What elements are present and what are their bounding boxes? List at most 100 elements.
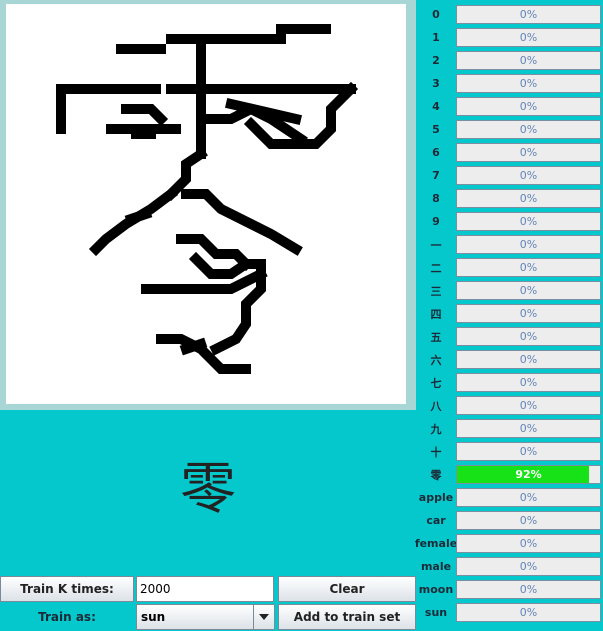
class-label: 零: [430, 468, 442, 482]
class-label: 2: [432, 54, 440, 67]
class-label: female: [414, 537, 458, 550]
drawing-canvas[interactable]: [6, 4, 406, 404]
probability-text: 0%: [519, 422, 538, 435]
probability-text: 0%: [519, 583, 538, 596]
class-label: car: [426, 514, 446, 527]
class-label: 四: [430, 307, 442, 321]
train-k-times-button[interactable]: Train K times:: [0, 576, 134, 602]
predicted-character: 零: [180, 457, 236, 522]
class-label: 9: [432, 215, 440, 228]
class-row: 4 0%: [416, 95, 603, 118]
probability-text: 0%: [519, 123, 538, 136]
probability-bar: 0%: [456, 51, 601, 70]
probability-text: 0%: [519, 330, 538, 343]
probability-bar: 0%: [456, 488, 601, 507]
probability-bar: 0%: [456, 442, 601, 461]
probability-bar: 0%: [456, 97, 601, 116]
class-label: 二: [430, 261, 442, 275]
probability-text: 0%: [519, 560, 538, 573]
probability-text: 0%: [519, 31, 538, 44]
probability-text: 0%: [519, 606, 538, 619]
probability-bar: 0%: [456, 580, 601, 599]
probability-bar: 0%: [456, 534, 601, 553]
class-row: female 0%: [414, 532, 603, 555]
probability-bar: 0%: [456, 166, 601, 185]
class-row: apple 0%: [416, 486, 603, 509]
class-label: 4: [432, 100, 440, 113]
probability-bar: 0%: [456, 28, 601, 47]
train-as-value: sun: [141, 610, 166, 624]
stroke: [124, 207, 153, 226]
class-row: moon 0%: [416, 578, 603, 601]
class-label: 八: [430, 399, 442, 413]
probability-bar: 0%: [456, 304, 601, 323]
probability-bar: 0%: [456, 235, 601, 254]
class-row: 3 0%: [416, 72, 603, 95]
probability-text: 0%: [519, 238, 538, 251]
probability-text: 0%: [519, 445, 538, 458]
probability-text: 0%: [519, 491, 538, 504]
probability-bar: 0%: [456, 258, 601, 277]
probability-text: 0%: [519, 77, 538, 90]
class-row: 七 0%: [416, 371, 603, 394]
probability-bar: 0%: [456, 350, 601, 369]
class-row: 八 0%: [416, 394, 603, 417]
stroke: [121, 104, 169, 127]
class-probability-list: 0 0% 1 0% 2 0% 3 0% 4 0% 5 0% 6 0% 7 0% 8 0% 9 0% 一 0% 二 0% 三 0% 四…: [414, 0, 603, 631]
probability-text: 0%: [519, 353, 538, 366]
class-row: 十 0%: [416, 440, 603, 463]
probability-bar: 0%: [456, 281, 601, 300]
probability-text: 0%: [519, 8, 538, 21]
class-label: 5: [432, 123, 440, 136]
chevron-down-icon[interactable]: [253, 605, 274, 629]
class-row: 6 0%: [416, 141, 603, 164]
class-row: 9 0%: [416, 210, 603, 233]
probability-bar: 0%: [456, 212, 601, 231]
class-row: 九 0%: [416, 417, 603, 440]
add-to-train-set-button[interactable]: Add to train set: [278, 604, 416, 630]
stroke: [141, 267, 268, 294]
probability-text: 0%: [519, 514, 538, 527]
probability-bar: 0%: [456, 120, 601, 139]
probability-bar: 0%: [456, 74, 601, 93]
probability-bar: 0%: [456, 419, 601, 438]
probability-text: 0%: [519, 54, 538, 67]
probability-bar: 0%: [456, 557, 601, 576]
class-label: 0: [432, 8, 440, 21]
class-row: 四 0%: [416, 302, 603, 325]
probability-bar: 0%: [456, 189, 601, 208]
probability-text: 0%: [519, 146, 538, 159]
probability-bar: 0%: [456, 5, 601, 24]
class-label: 6: [432, 146, 440, 159]
train-as-label: Train as:: [38, 610, 96, 624]
class-row: 三 0%: [416, 279, 603, 302]
class-label: 一: [430, 238, 442, 252]
class-row: 六 0%: [416, 348, 603, 371]
class-label: male: [420, 560, 452, 573]
class-row: 零 92%: [416, 463, 603, 486]
probability-text: 0%: [519, 215, 538, 228]
class-label: 五: [430, 330, 442, 344]
train-k-times-input[interactable]: 2000: [136, 576, 274, 602]
class-label: 六: [430, 353, 442, 367]
class-row: 2 0%: [416, 49, 603, 72]
class-row: 二 0%: [416, 256, 603, 279]
class-label: sun: [424, 606, 448, 619]
class-label: moon: [418, 583, 454, 596]
train-as-select[interactable]: sun: [136, 604, 275, 630]
probability-bar: 0%: [456, 373, 601, 392]
class-row: sun 0%: [416, 601, 603, 624]
probability-text: 0%: [519, 376, 538, 389]
probability-text: 0%: [519, 169, 538, 182]
class-row: 0 0%: [416, 3, 603, 26]
probability-bar: 0%: [456, 511, 601, 530]
probability-text: 0%: [519, 284, 538, 297]
probability-bar: 0%: [456, 327, 601, 346]
class-row: 五 0%: [416, 325, 603, 348]
class-row: male 0%: [416, 555, 603, 578]
class-label: 7: [432, 169, 440, 182]
class-row: 5 0%: [416, 118, 603, 141]
probability-bar: 0%: [456, 603, 601, 622]
clear-button[interactable]: Clear: [278, 576, 416, 602]
class-label: 七: [430, 376, 442, 390]
